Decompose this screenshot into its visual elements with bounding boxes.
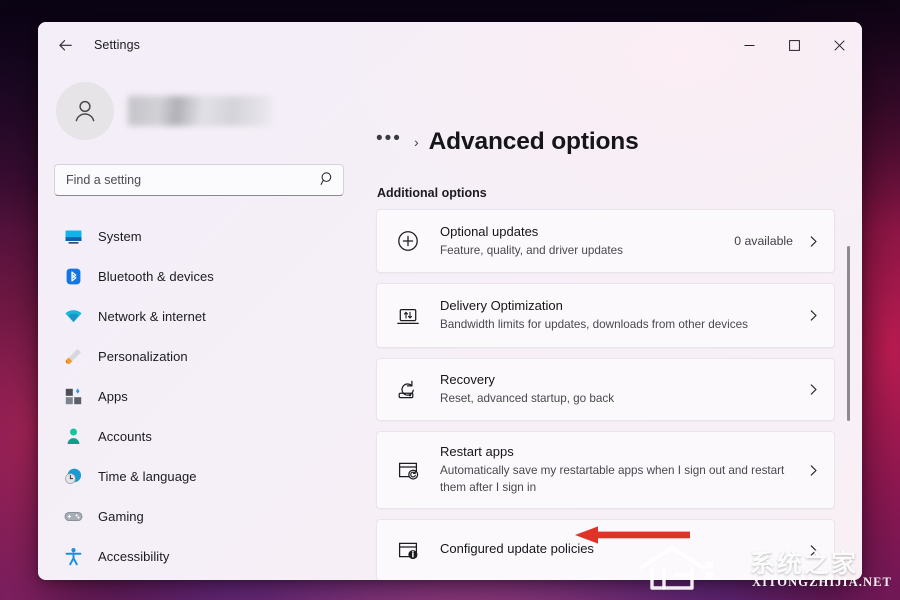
update-policy-icon xyxy=(395,537,421,563)
avatar xyxy=(56,82,114,140)
close-button[interactable] xyxy=(817,22,862,68)
chevron-right-icon xyxy=(807,544,820,557)
search-box xyxy=(54,164,344,196)
card-title: Configured update policies xyxy=(440,540,793,559)
card-recovery[interactable]: Recovery Reset, advanced startup, go bac… xyxy=(376,358,835,421)
chevron-right-icon xyxy=(807,309,820,322)
chevron-right-icon xyxy=(807,464,820,477)
sidebar-item-label: Time & language xyxy=(98,469,197,484)
settings-card-list: Optional updates Feature, quality, and d… xyxy=(376,209,835,580)
sidebar-item-label: Network & internet xyxy=(98,309,206,324)
card-text-block: Optional updates Feature, quality, and d… xyxy=(440,214,734,268)
sidebar-item-label: Apps xyxy=(98,389,128,404)
page-title: Advanced options xyxy=(429,128,639,156)
account-icon xyxy=(63,427,83,447)
chevron-right-icon xyxy=(807,235,820,248)
sidebar-item-label: Personalization xyxy=(98,349,188,364)
chevron-right-icon xyxy=(807,383,820,396)
card-description: Reset, advanced startup, go back xyxy=(440,391,793,408)
sidebar-item-label: Gaming xyxy=(98,509,144,524)
scrollbar-thumb[interactable] xyxy=(847,246,850,421)
restart-apps-icon xyxy=(395,457,421,483)
close-icon xyxy=(834,40,845,51)
app-title: Settings xyxy=(94,38,140,52)
desktop-wallpaper: Settings xyxy=(0,0,900,600)
breadcrumb-overflow-button[interactable]: ••• xyxy=(376,129,402,156)
paintbrush-icon xyxy=(63,347,83,367)
sidebar-item-personalization[interactable]: Personalization xyxy=(54,340,344,373)
card-text-block: Configured update policies xyxy=(440,531,793,569)
card-delivery-optimization[interactable]: Delivery Optimization Bandwidth limits f… xyxy=(376,283,835,348)
card-text-block: Delivery Optimization Bandwidth limits f… xyxy=(440,288,793,342)
card-status-text: 0 available xyxy=(734,234,793,248)
section-heading: Additional options xyxy=(377,186,862,200)
sidebar-item-label: Accounts xyxy=(98,429,152,444)
maximize-icon xyxy=(789,40,800,51)
card-description: Feature, quality, and driver updates xyxy=(440,243,734,260)
search-input[interactable] xyxy=(54,164,344,196)
card-restart-apps[interactable]: Restart apps Automatically save my resta… xyxy=(376,431,835,509)
card-text-block: Restart apps Automatically save my resta… xyxy=(440,434,793,505)
window-controls xyxy=(727,22,862,68)
back-button[interactable] xyxy=(48,29,82,61)
scrollbar-track[interactable] xyxy=(843,68,853,580)
maximize-button[interactable] xyxy=(772,22,817,68)
back-arrow-icon xyxy=(57,37,74,54)
breadcrumb-separator: › xyxy=(414,134,419,150)
wifi-icon xyxy=(63,307,83,327)
card-title: Restart apps xyxy=(440,443,793,462)
accessibility-icon xyxy=(63,547,83,567)
sidebar-item-label: Accessibility xyxy=(98,549,169,564)
breadcrumb: ••• › Advanced options xyxy=(376,124,862,160)
monitor-icon xyxy=(63,227,83,247)
card-title: Delivery Optimization xyxy=(440,297,793,316)
card-description: Bandwidth limits for updates, downloads … xyxy=(440,317,793,334)
main-content: ••• › Advanced options Additional option… xyxy=(360,68,862,580)
sidebar-item-network-internet[interactable]: Network & internet xyxy=(54,300,344,333)
sidebar-item-accessibility[interactable]: Accessibility xyxy=(54,540,344,573)
person-icon xyxy=(70,96,100,126)
card-text-block: Recovery Reset, advanced startup, go bac… xyxy=(440,362,793,416)
sidebar-item-apps[interactable]: Apps xyxy=(54,380,344,413)
clock-globe-icon xyxy=(63,467,83,487)
sidebar-item-accounts[interactable]: Accounts xyxy=(54,420,344,453)
settings-window: Settings xyxy=(38,22,862,580)
sidebar-item-bluetooth-devices[interactable]: Bluetooth & devices xyxy=(54,260,344,293)
sidebar-item-time-language[interactable]: Time & language xyxy=(54,460,344,493)
card-title: Optional updates xyxy=(440,223,734,242)
card-title: Recovery xyxy=(440,371,793,390)
apps-grid-icon xyxy=(63,387,83,407)
window-body: System Bluetooth & devices xyxy=(38,68,862,580)
card-description: Automatically save my restartable apps w… xyxy=(440,463,793,496)
sidebar-item-system[interactable]: System xyxy=(54,220,344,253)
gamepad-icon xyxy=(63,507,83,527)
sidebar-nav: System Bluetooth & devices xyxy=(54,220,344,573)
recovery-icon xyxy=(395,377,421,403)
sidebar-item-gaming[interactable]: Gaming xyxy=(54,500,344,533)
device-transfer-icon xyxy=(395,303,421,329)
sidebar-item-label: System xyxy=(98,229,142,244)
sidebar: System Bluetooth & devices xyxy=(38,68,360,580)
account-name-redacted xyxy=(128,96,272,126)
plus-circle-icon xyxy=(395,228,421,254)
sidebar-item-label: Bluetooth & devices xyxy=(98,269,214,284)
minimize-button[interactable] xyxy=(727,22,772,68)
card-configured-update-policies[interactable]: Configured update policies xyxy=(376,519,835,580)
minimize-icon xyxy=(744,40,755,51)
title-bar: Settings xyxy=(38,22,862,68)
bluetooth-icon xyxy=(63,267,83,287)
profile-section[interactable] xyxy=(56,80,344,142)
card-optional-updates[interactable]: Optional updates Feature, quality, and d… xyxy=(376,209,835,273)
